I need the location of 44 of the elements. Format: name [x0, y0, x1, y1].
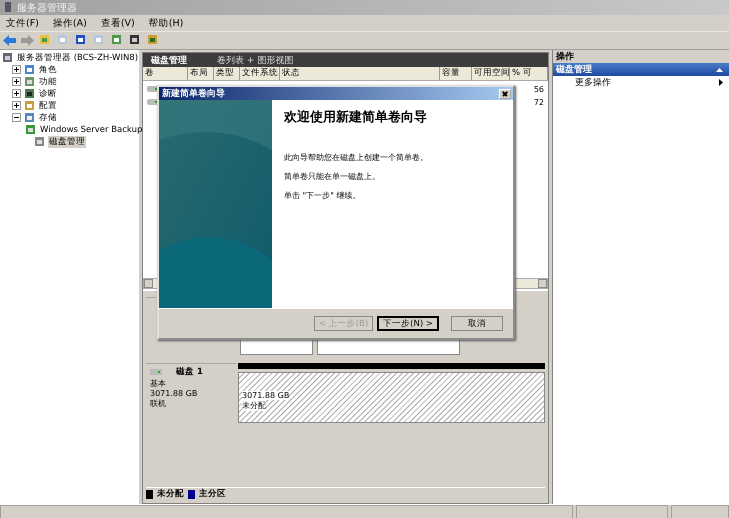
tree-item[interactable]: 配置 — [38, 100, 58, 112]
tree-item[interactable]: 功能 — [38, 76, 58, 88]
wizard-button[interactable]: 下一步(N) > — [377, 316, 439, 331]
dialog-text: 单击 "下一步" 继续。 — [284, 190, 362, 201]
actions-header: 操作 — [553, 50, 729, 63]
action-item[interactable]: 更多操作 — [553, 76, 729, 89]
menu-item[interactable]: 操作(A) — [52, 16, 87, 30]
disk-size: 3071.88 GB — [150, 389, 198, 398]
column-header[interactable]: % 可 — [510, 67, 548, 80]
disk-name: 磁盘 1 — [176, 366, 203, 378]
dialog-title: 新建简单卷向导 — [162, 87, 225, 100]
view-label: 卷列表 + 图形视图 — [217, 54, 294, 66]
window-title: 服务器管理器 — [17, 2, 77, 14]
panel-title: 磁盘管理 — [151, 54, 187, 66]
partition-size: 3071.88 GB — [242, 391, 290, 400]
tree-root[interactable]: 服务器管理器 (BCS-ZH-WIN8) — [16, 52, 140, 64]
partition-label: 未分配 — [242, 400, 266, 411]
dialog-text: 此向导帮助您在磁盘上创建一个简单卷。 — [284, 152, 429, 163]
column-header[interactable]: 状态 — [280, 67, 440, 80]
dialog-text: 简单卷只能在单一磁盘上。 — [284, 171, 381, 182]
legend-label: 未分配 — [157, 488, 184, 500]
disk-type: 基本 — [150, 378, 167, 389]
column-header[interactable]: 卷 — [143, 67, 188, 80]
menu-item[interactable]: 文件(F) — [6, 16, 39, 30]
column-header[interactable]: 文件系统 — [240, 67, 280, 80]
actions-section[interactable]: 磁盘管理 — [553, 63, 729, 76]
menu-item[interactable]: 帮助(H) — [148, 16, 184, 30]
disk-status: 联机 — [150, 398, 167, 409]
column-header[interactable]: 类型 — [214, 67, 240, 80]
column-header[interactable]: 容量 — [440, 67, 472, 80]
table-cell: 56 — [534, 84, 544, 94]
menu-item[interactable]: 查看(V) — [100, 16, 135, 30]
tree-item[interactable]: Windows Server Backup — [39, 124, 144, 134]
tree-item[interactable]: 磁盘管理 — [48, 136, 86, 148]
table-cell: 72 — [534, 98, 544, 106]
tree-item[interactable]: 存储 — [38, 112, 58, 124]
column-header[interactable]: 布局 — [188, 67, 214, 80]
tree-item[interactable]: 角色 — [38, 64, 58, 76]
tree-item[interactable]: 诊断 — [38, 88, 58, 100]
dialog-heading: 欢迎使用新建简单卷向导 — [284, 108, 428, 126]
wizard-button[interactable]: 取消 — [451, 316, 503, 331]
legend-label: 主分区 — [199, 488, 226, 500]
unallocated-partition[interactable]: 3071.88 GB 未分配 — [238, 372, 545, 423]
column-header[interactable]: 可用空间 — [472, 67, 510, 80]
